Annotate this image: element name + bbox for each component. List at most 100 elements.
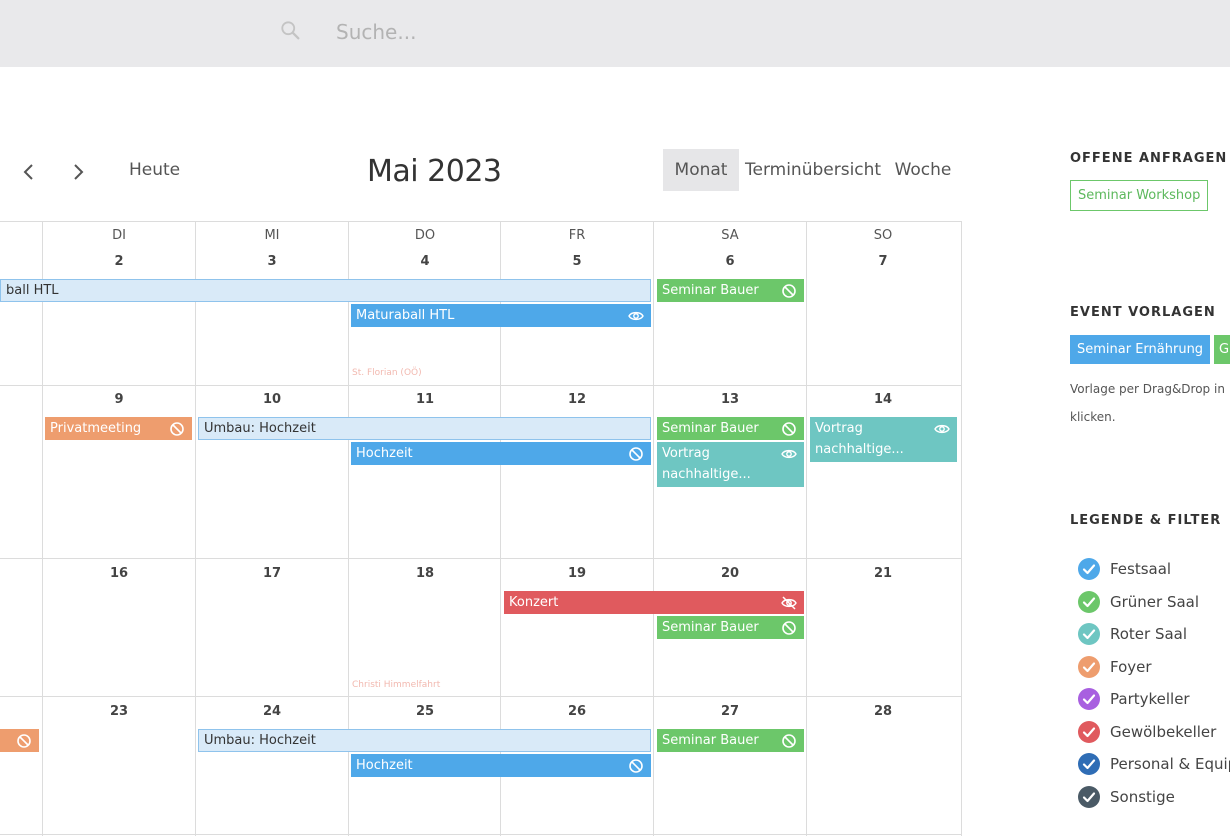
day-number[interactable]: 21: [807, 566, 959, 581]
event-bar[interactable]: Konzert: [504, 591, 804, 614]
day-number[interactable]: 16: [43, 566, 195, 581]
event-bar[interactable]: Seminar Bauer: [657, 417, 804, 440]
event-bar[interactable]: Hochzeit: [351, 754, 651, 777]
event-title: Hochzeit: [356, 758, 413, 773]
chevron-right-icon[interactable]: [66, 160, 90, 184]
search-input[interactable]: [336, 16, 936, 48]
event-title: Seminar Bauer: [662, 733, 759, 748]
eye-icon: [781, 449, 797, 459]
day-number[interactable]: 9: [43, 392, 195, 407]
day-number[interactable]: 25: [349, 704, 501, 719]
check-icon[interactable]: [1078, 721, 1100, 743]
event-bar[interactable]: Seminar Bauer: [657, 616, 804, 639]
event-title: Seminar Bauer: [662, 620, 759, 635]
templates-hint: Vorlage per Drag&Drop in: [1070, 382, 1225, 396]
legend-label: Roter Saal: [1110, 625, 1188, 643]
check-icon[interactable]: [1078, 591, 1100, 613]
check-icon[interactable]: [1078, 786, 1100, 808]
view-week-button[interactable]: Woche: [890, 149, 956, 191]
day-number[interactable]: 18: [349, 566, 501, 581]
check-icon[interactable]: [1078, 688, 1100, 710]
event-bar[interactable]: Seminar Bauer: [657, 279, 804, 302]
today-button[interactable]: Heute: [129, 160, 180, 180]
grid-line: [42, 221, 43, 836]
event-title: Vortrag nachhaltige...: [662, 446, 751, 482]
month-calendar-grid: DI MI DO FR SA SO 2 3 4 5 6 7 9 10 11 12…: [0, 221, 962, 836]
day-number[interactable]: 28: [807, 704, 959, 719]
legend-label: Foyer: [1110, 658, 1152, 676]
blocked-icon: [782, 284, 796, 298]
event-bar[interactable]: Vortrag nachhaltige...: [657, 442, 804, 487]
open-request-item[interactable]: Seminar Workshop: [1070, 180, 1209, 211]
open-requests-heading: OFFENE ANFRAGEN: [1070, 151, 1228, 166]
day-number[interactable]: 6: [654, 254, 806, 269]
event-template-item[interactable]: Seminar Ernährung: [1070, 335, 1211, 364]
templates-hint: klicken.: [1070, 410, 1116, 424]
event-bar[interactable]: Maturaball HTL: [351, 304, 651, 327]
event-title: ball HTL: [6, 283, 59, 298]
event-bar[interactable]: Vortrag nachhaltige...: [810, 417, 957, 462]
grid-line: [0, 385, 962, 386]
event-bar[interactable]: Umbau: Hochzeit: [198, 729, 651, 752]
holiday-label: St. Florian (OÖ): [352, 368, 422, 378]
eye-icon: [934, 424, 950, 434]
grid-line: [961, 221, 962, 836]
day-number[interactable]: 26: [501, 704, 653, 719]
event-bar[interactable]: Privatmeeting: [45, 417, 192, 440]
eye-icon: [628, 311, 644, 321]
day-number[interactable]: 5: [501, 254, 653, 269]
day-number[interactable]: 4: [349, 254, 501, 269]
check-icon[interactable]: [1078, 656, 1100, 678]
grid-line: [0, 558, 962, 559]
legend-label: Partykeller: [1110, 690, 1190, 708]
event-bar[interactable]: [0, 729, 39, 752]
chevron-left-icon[interactable]: [17, 160, 41, 184]
day-number[interactable]: 19: [501, 566, 653, 581]
day-number[interactable]: 27: [654, 704, 806, 719]
weekday-header: FR: [568, 228, 586, 243]
event-title: Hochzeit: [356, 446, 413, 461]
legend-label: Grüner Saal: [1110, 593, 1200, 611]
legend-label: Gewölbekeller: [1110, 723, 1217, 741]
view-agenda-button[interactable]: Terminübersicht: [745, 149, 881, 191]
legend-heading: LEGENDE & FILTER: [1070, 513, 1222, 528]
search-icon[interactable]: [280, 20, 302, 42]
day-number[interactable]: 11: [349, 392, 501, 407]
holiday-label: Christi Himmelfahrt: [352, 680, 441, 690]
day-number[interactable]: 13: [654, 392, 806, 407]
month-title: Mai 2023: [367, 154, 502, 189]
legend-label: Sonstige: [1110, 788, 1175, 806]
day-number[interactable]: 3: [196, 254, 348, 269]
event-title: Vortrag nachhaltige...: [815, 421, 904, 457]
eye-off-icon: [781, 596, 797, 610]
event-template-item[interactable]: G: [1214, 335, 1230, 364]
grid-line: [0, 834, 962, 835]
weekday-header: SA: [721, 228, 739, 243]
day-number[interactable]: 23: [43, 704, 195, 719]
check-icon[interactable]: [1078, 558, 1100, 580]
weekday-header: DO: [414, 228, 436, 243]
event-bar[interactable]: ball HTL: [0, 279, 651, 302]
blocked-icon: [629, 759, 643, 773]
event-title: Konzert: [509, 595, 559, 610]
day-number[interactable]: 10: [196, 392, 348, 407]
day-number[interactable]: 14: [807, 392, 959, 407]
day-number[interactable]: 20: [654, 566, 806, 581]
grid-line: [195, 221, 196, 836]
blocked-icon: [782, 621, 796, 635]
event-title: Seminar Bauer: [662, 421, 759, 436]
blocked-icon: [629, 447, 643, 461]
check-icon[interactable]: [1078, 623, 1100, 645]
day-number[interactable]: 7: [807, 254, 959, 269]
event-bar[interactable]: Umbau: Hochzeit: [198, 417, 651, 440]
blocked-icon: [170, 422, 184, 436]
day-number[interactable]: 12: [501, 392, 653, 407]
weekday-header: MI: [264, 228, 280, 243]
day-number[interactable]: 17: [196, 566, 348, 581]
event-bar[interactable]: Hochzeit: [351, 442, 651, 465]
check-icon[interactable]: [1078, 753, 1100, 775]
event-bar[interactable]: Seminar Bauer: [657, 729, 804, 752]
view-month-button[interactable]: Monat: [663, 149, 739, 191]
day-number[interactable]: 24: [196, 704, 348, 719]
day-number[interactable]: 2: [43, 254, 195, 269]
